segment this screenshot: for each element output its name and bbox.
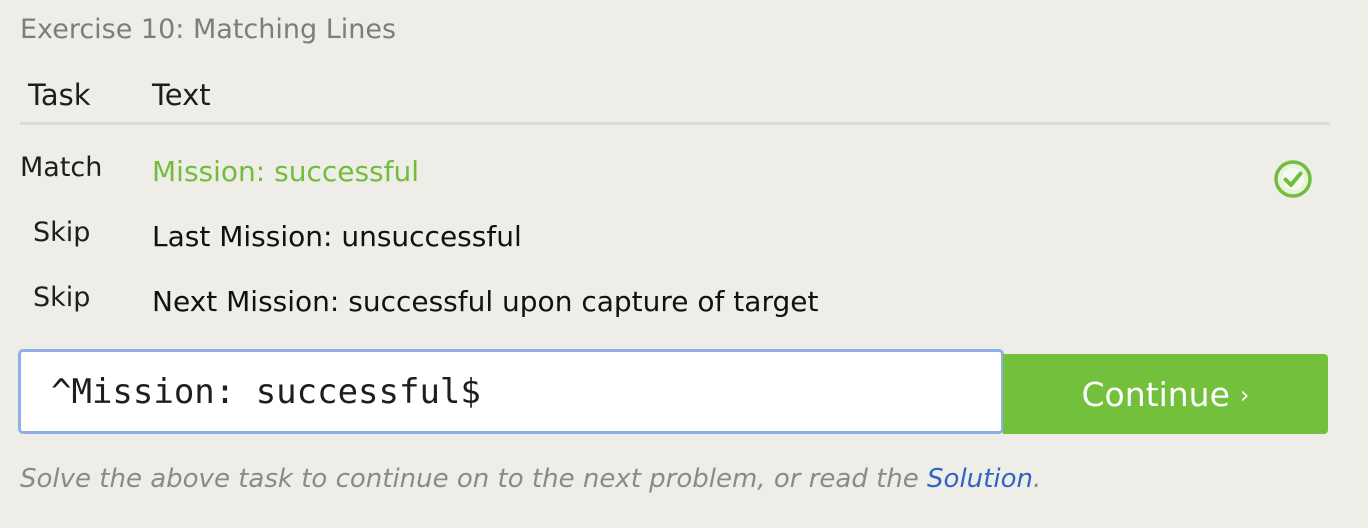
hint-prefix: Solve the above task to continue on to t…	[20, 464, 928, 494]
regex-input-wrapper	[18, 349, 1004, 434]
row-text: Mission: successful	[152, 155, 420, 188]
row-text: Next Mission: successful upon capture of…	[152, 285, 819, 318]
chevron-right-icon: ›	[1239, 380, 1250, 409]
regex-exercise: Exercise 10: Matching Lines Task Text Ma…	[0, 0, 1368, 528]
table-row: Skip Next Mission: successful upon captu…	[20, 282, 1330, 322]
task-column-header: Task	[28, 78, 91, 112]
row-text: Last Mission: unsuccessful	[152, 220, 522, 253]
continue-label: Continue	[1081, 374, 1230, 414]
continue-button[interactable]: Continue ›	[1003, 354, 1328, 434]
check-circle-icon	[1274, 160, 1312, 198]
task-label: Match	[20, 152, 103, 183]
regex-input[interactable]	[21, 352, 1001, 431]
solution-link[interactable]: Solution	[927, 464, 1033, 494]
hint-text: Solve the above task to continue on to t…	[20, 464, 1041, 494]
table-row: Match Mission: successful	[20, 152, 1330, 198]
table-row: Skip Last Mission: unsuccessful	[20, 217, 1330, 257]
hint-suffix: .	[1032, 464, 1042, 494]
task-label: Skip	[33, 217, 91, 248]
table-header: Task Text	[20, 78, 1330, 125]
text-column-header: Text	[152, 78, 211, 112]
task-label: Skip	[33, 282, 91, 313]
exercise-title: Exercise 10: Matching Lines	[20, 14, 397, 45]
